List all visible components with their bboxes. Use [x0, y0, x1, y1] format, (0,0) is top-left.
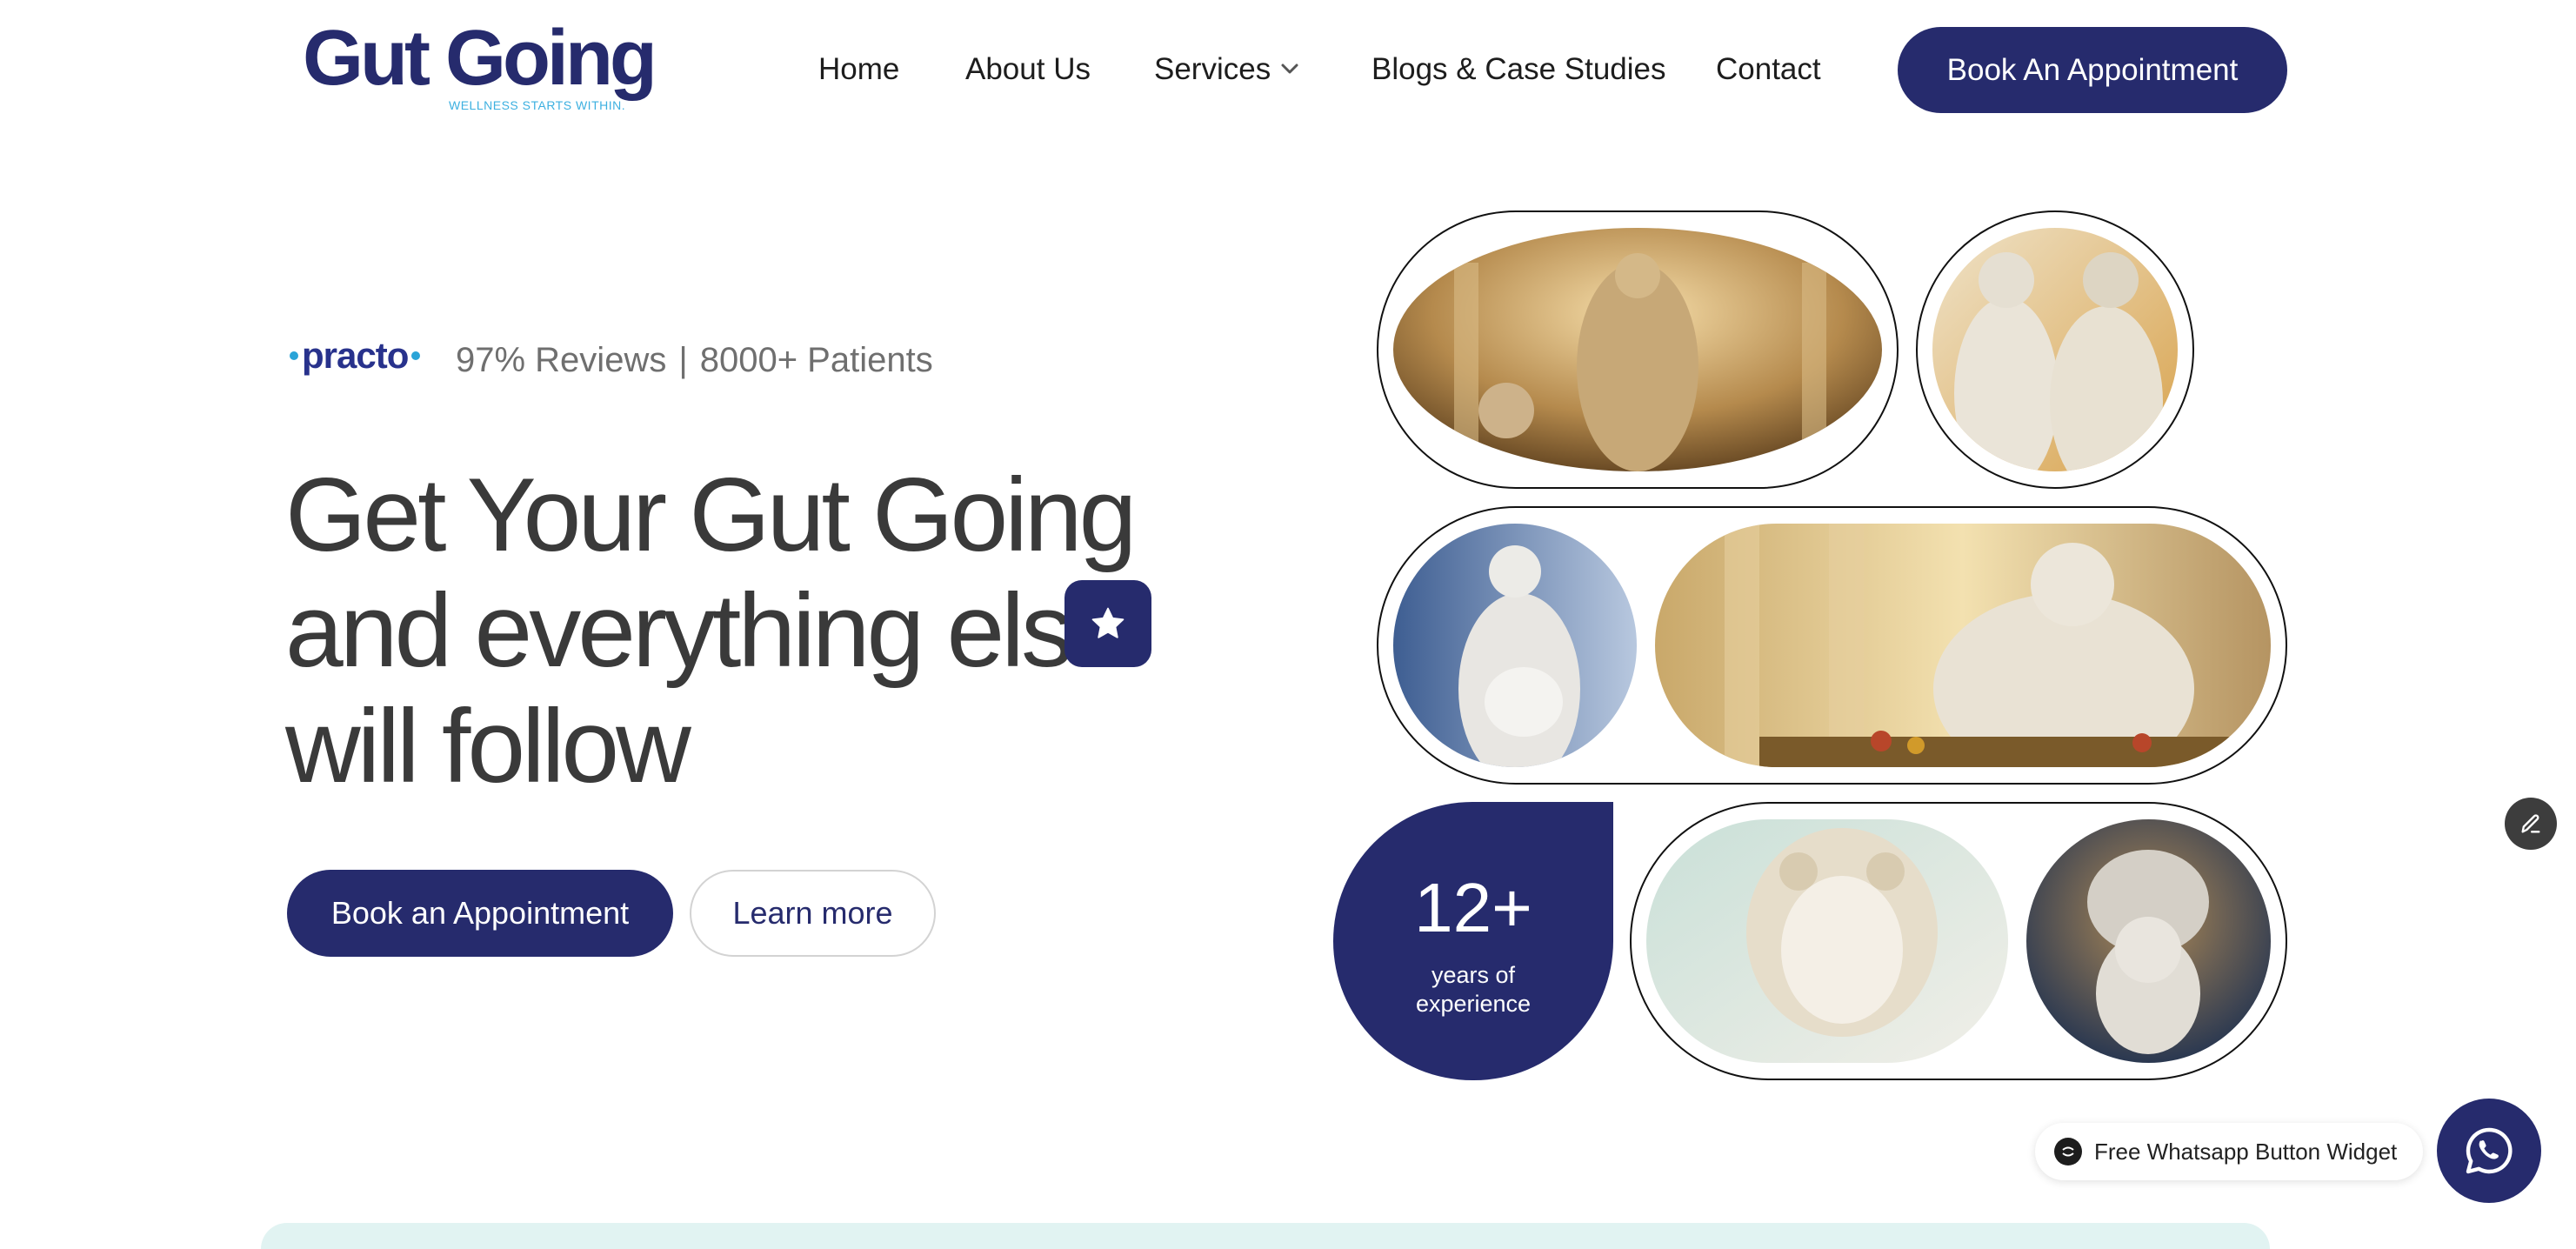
practo-logo: practo: [286, 335, 424, 377]
reviews-separator: |: [678, 341, 688, 379]
pencil-icon: [2521, 814, 2540, 833]
logo[interactable]: Gut Going: [303, 19, 657, 97]
book-appointment-nav-button[interactable]: Book An Appointment: [1898, 27, 2287, 113]
statue-pregnant-woman-image: [1393, 524, 1637, 767]
statue-physician-image: [1932, 228, 2178, 471]
nav-services[interactable]: Services: [1154, 52, 1271, 87]
nav-blogs[interactable]: Blogs & Case Studies: [1371, 52, 1666, 87]
chevron-down-icon[interactable]: [1278, 59, 1301, 78]
reviews-summary: 97% Reviews | 8000+ Patients: [456, 341, 933, 380]
headline-line-3: will follow: [285, 688, 691, 805]
logo-tagline: WELLNESS STARTS WITHIN.: [449, 98, 626, 112]
statue-medusa-image: [1646, 819, 2008, 1063]
nav-contact[interactable]: Contact: [1716, 52, 1821, 87]
experience-label: years of experience: [1415, 962, 1532, 1017]
star-badge: [1064, 580, 1151, 667]
edit-button[interactable]: [2505, 798, 2557, 850]
practo-wordmark: practo: [302, 335, 409, 376]
reviews-text: 97% Reviews: [456, 341, 667, 379]
practo-dot-right: [411, 351, 421, 360]
whatsapp-widget-text: Free Whatsapp Button Widget: [2094, 1138, 2398, 1165]
learn-more-button[interactable]: Learn more: [690, 870, 936, 957]
headline-line-2: and everything else: [285, 572, 1128, 689]
patients-text: 8000+ Patients: [699, 341, 933, 379]
whatsapp-button[interactable]: [2437, 1099, 2541, 1203]
statue-athlete-image: [1393, 228, 1882, 471]
practo-dot-left: [290, 351, 298, 360]
next-section-edge: [261, 1223, 2270, 1249]
whatsapp-icon: [2466, 1127, 2513, 1174]
whatsapp-widget-label[interactable]: Free Whatsapp Button Widget: [2035, 1123, 2423, 1180]
statue-feast-image: [1655, 524, 2271, 767]
widget-logo-icon: [2054, 1138, 2082, 1166]
star-icon: [1091, 607, 1124, 638]
experience-badge: 12+ years of experience: [1333, 802, 1613, 1080]
statue-head-massage-image: [2026, 819, 2271, 1063]
book-appointment-button[interactable]: Book an Appointment: [287, 870, 673, 957]
experience-value: 12+: [1414, 869, 1532, 946]
headline-line-1: Get Your Gut Going: [285, 457, 1137, 573]
nav-home[interactable]: Home: [818, 52, 899, 87]
nav-about-us[interactable]: About Us: [965, 52, 1091, 87]
